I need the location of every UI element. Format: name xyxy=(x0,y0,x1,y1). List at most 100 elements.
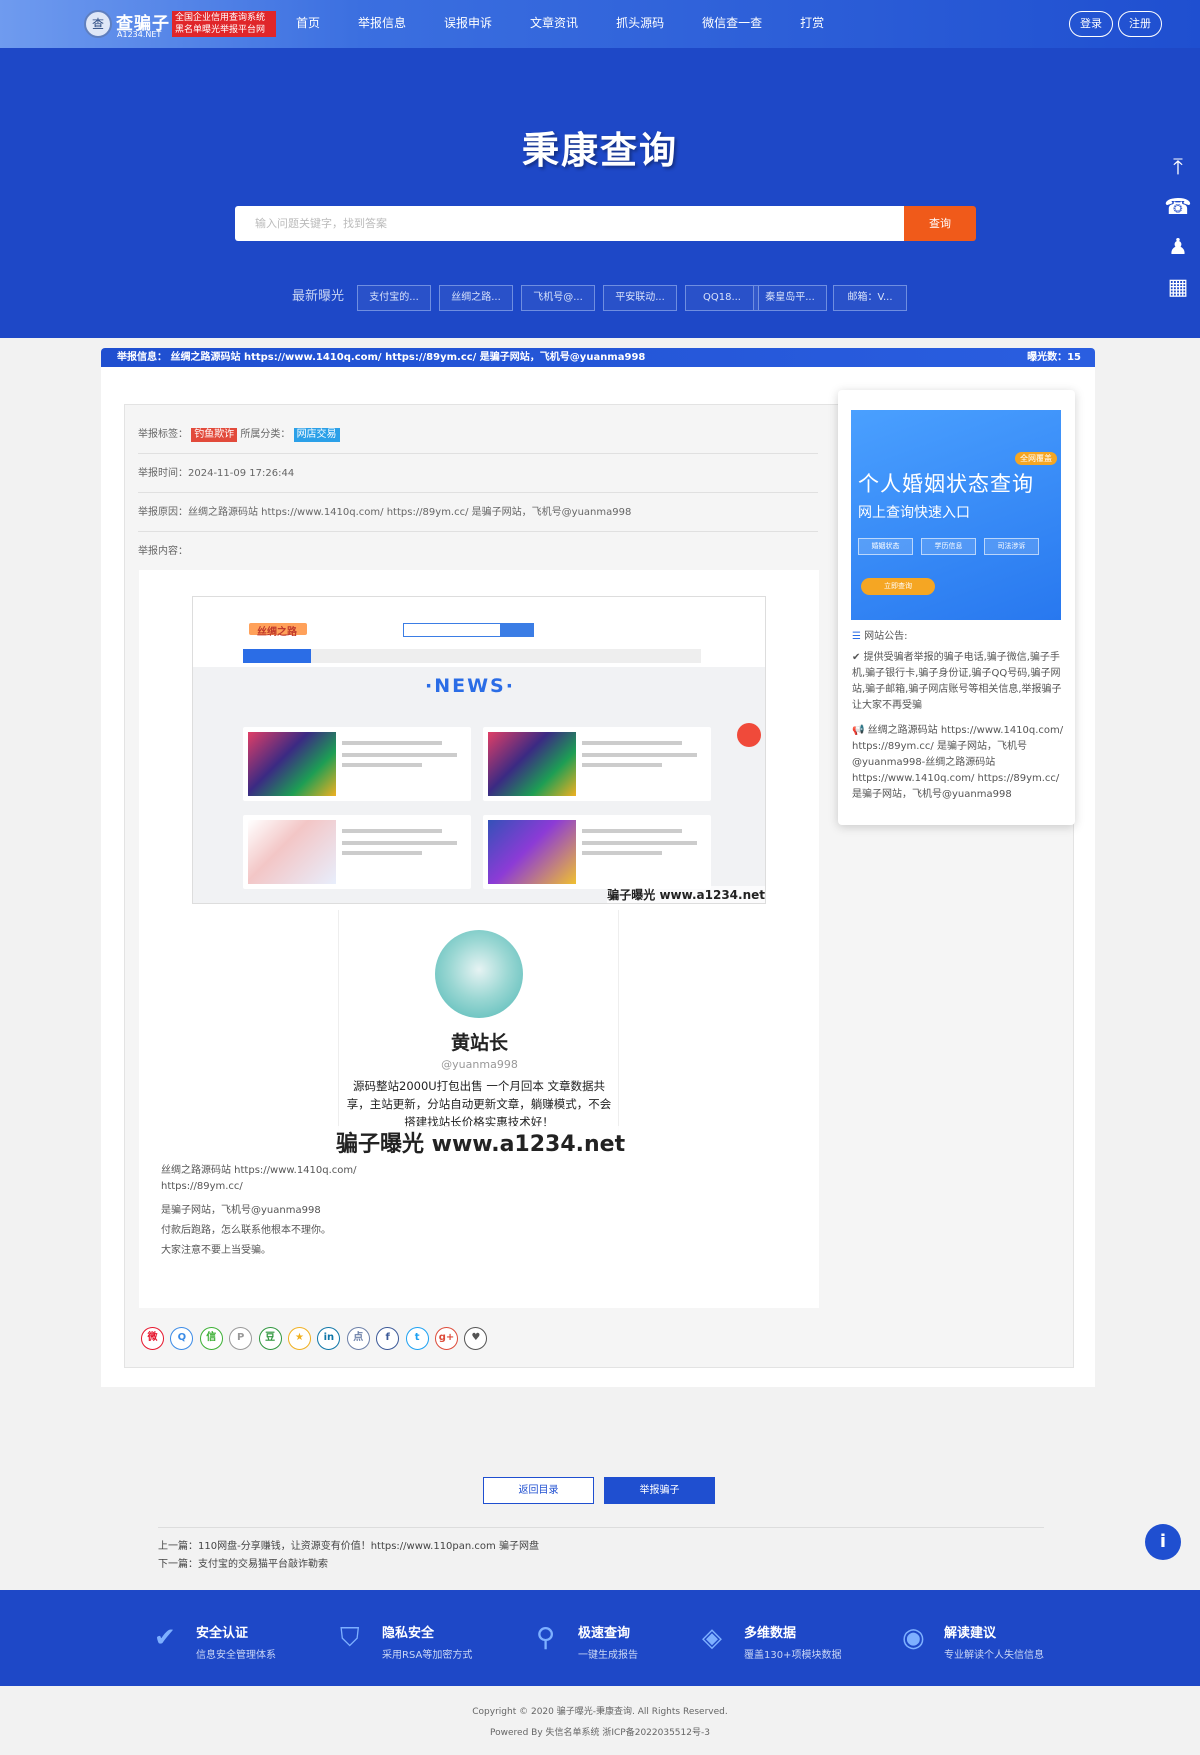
nav-donate[interactable]: 打赏 xyxy=(800,0,824,48)
reason-label: 举报原因： xyxy=(138,507,188,518)
nav-articles[interactable]: 文章资讯 xyxy=(530,0,578,48)
report-ticker: 举报信息： 丝绸之路源码站 https://www.1410q.com/ htt… xyxy=(101,348,1095,367)
exposure-count-value: 15 xyxy=(1067,352,1081,363)
logo-subtitle: A1234.NET xyxy=(117,30,162,39)
notice-heading-text: 网站公告: xyxy=(864,631,908,642)
register-button[interactable]: 注册 xyxy=(1118,11,1162,37)
latest-chip[interactable]: 支付宝的... xyxy=(357,285,431,311)
screenshot-site-name: 丝绸之路 xyxy=(257,627,297,638)
report-content-row: 举报内容： xyxy=(138,533,818,571)
floating-toolbar: ⤒ ☎ ♟ ▦ xyxy=(1158,150,1198,310)
screenshot-card-line xyxy=(582,753,697,757)
qrcode-icon[interactable]: ▦ xyxy=(1158,270,1198,310)
back-to-list-button[interactable]: 返回目录 xyxy=(483,1477,594,1504)
screenshot-card-image xyxy=(248,820,336,884)
screenshot-card-line xyxy=(342,753,457,757)
info-icon[interactable]: i xyxy=(1145,1524,1181,1560)
screenshot-card-line xyxy=(582,829,682,833)
report-scammer-button[interactable]: 举报骗子 xyxy=(604,1477,715,1504)
exposure-count-label: 曝光数： xyxy=(1027,352,1068,363)
screenshot-card-line xyxy=(582,763,662,767)
screenshot-nav xyxy=(243,649,701,663)
nav-home[interactable]: 首页 xyxy=(296,0,320,48)
report-time-row: 举报时间：2024-11-09 17:26:44 xyxy=(138,455,818,493)
profile-watermark: 骗子曝光 www.a1234.net xyxy=(336,1126,626,1158)
feature-subtitle: 专业解读个人失信信息 xyxy=(944,1650,1044,1661)
main-nav: 首页 举报信息 误报申诉 文章资讯 抓头源码 微信查一查 打赏 xyxy=(296,0,862,48)
screenshot-watermark: 骗子曝光 www.a1234.net xyxy=(607,886,765,903)
douban-icon[interactable]: 豆 xyxy=(258,1327,282,1350)
privacy-shield-icon: ⛉ xyxy=(340,1623,360,1653)
screenshot-card-image xyxy=(488,820,576,884)
ad-button[interactable]: 司法涉诉 xyxy=(984,538,1039,555)
prev-article-link[interactable]: 上一篇：110网盘-分享赚钱，让资源变有价值！https://www.110pa… xyxy=(158,1537,539,1552)
latest-chip[interactable]: 平安联动... xyxy=(603,285,677,311)
site-logo[interactable]: 查 查骗子 A1234.NET 全国企业信用查询系统 黑名单曝光举报平台网 xyxy=(84,9,276,39)
favorite-icon[interactable]: ★ xyxy=(288,1327,311,1350)
powered-by-text: Powered By 失信名单系统 浙ICP备2022035512号-3 xyxy=(490,1728,710,1738)
shield-check-icon: ✔ xyxy=(154,1623,176,1653)
qq-icon[interactable]: ♟ xyxy=(1158,230,1198,270)
fast-search-icon: ⚲ xyxy=(536,1623,556,1653)
screenshot-card-line xyxy=(582,741,682,745)
nav-appeal[interactable]: 误报申诉 xyxy=(444,0,492,48)
feature-title: 极速查询 xyxy=(578,1626,631,1641)
notice-item[interactable]: 📢 丝绸之路源码站 https://www.1410q.com/ https:/… xyxy=(852,723,1064,803)
megaphone-icon: 📢 xyxy=(852,725,865,736)
screenshot-card xyxy=(243,815,471,889)
login-button[interactable]: 登录 xyxy=(1069,11,1113,37)
marriage-query-ad[interactable]: 全网覆盖 个人婚姻状态查询 网上查询快速入口 婚姻状态 学历信息 司法涉诉 立即… xyxy=(851,410,1061,620)
latest-exposure-label: 最新曝光 xyxy=(292,289,345,304)
feature-subtitle: 覆盖130+项模块数据 xyxy=(744,1650,842,1661)
category-badge[interactable]: 网店交易 xyxy=(293,428,340,442)
ad-query-pill[interactable]: 立即查询 xyxy=(861,578,935,595)
body-line: 是骗子网站，飞机号@yuanma998 xyxy=(161,1205,321,1216)
screenshot-card xyxy=(483,815,711,889)
phone-icon[interactable]: ☎ xyxy=(1158,190,1198,230)
body-line: 丝绸之路源码站 https://www.1410q.com/ xyxy=(161,1165,357,1176)
screenshot-search-box xyxy=(403,623,501,637)
top-navbar: 查 查骗子 A1234.NET 全国企业信用查询系统 黑名单曝光举报平台网 首页… xyxy=(0,0,1200,48)
check-circle-icon: ✔ xyxy=(852,652,861,663)
googleplus-icon[interactable]: g+ xyxy=(435,1327,458,1350)
screenshot-card-line xyxy=(342,741,442,745)
latest-chip[interactable]: QQ18... xyxy=(685,285,759,311)
ad-subtitle: 网上查询快速入口 xyxy=(858,505,970,521)
notice-text: 丝绸之路源码站 https://www.1410q.com/ https://8… xyxy=(852,725,1064,800)
search-input[interactable]: 输入问题关键字，找到答案 xyxy=(235,206,904,241)
nav-wechat-check[interactable]: 微信查一查 xyxy=(702,0,762,48)
notice-text: 提供受骗者举报的骗子电话,骗子微信,骗子手机,骗子银行卡,骗子身份证,骗子QQ号… xyxy=(852,652,1062,711)
latest-chip[interactable]: 丝绸之路... xyxy=(439,285,513,311)
nav-source[interactable]: 抓头源码 xyxy=(616,0,664,48)
feature-subtitle: 采用RSA等加密方式 xyxy=(382,1650,473,1661)
twitter-icon[interactable]: t xyxy=(405,1327,429,1350)
tag-badge[interactable]: 钓鱼欺诈 xyxy=(191,428,238,442)
feature-title: 安全认证 xyxy=(196,1626,249,1641)
hero-section: 秉康查询 输入问题关键字，找到答案 查询 最新曝光 支付宝的... 丝绸之路..… xyxy=(0,48,1200,338)
latest-chip[interactable]: 飞机号@... xyxy=(521,285,595,311)
ad-button[interactable]: 学历信息 xyxy=(921,538,976,555)
ad-corner-badge: 全网覆盖 xyxy=(1015,452,1057,465)
screenshot-nav-active xyxy=(243,649,311,663)
screenshot-card-line xyxy=(342,841,457,845)
screenshot-search-button xyxy=(501,623,534,637)
latest-chip[interactable]: 邮箱：V... xyxy=(833,285,907,311)
feature-title: 多维数据 xyxy=(744,1626,797,1641)
search-button[interactable]: 查询 xyxy=(904,206,976,241)
back-to-top-icon[interactable]: ⤒ xyxy=(1158,150,1198,190)
feature-subtitle: 信息安全管理体系 xyxy=(196,1650,276,1661)
report-time: 2024-11-09 17:26:44 xyxy=(188,468,295,479)
nav-reports[interactable]: 举报信息 xyxy=(358,0,406,48)
next-article-link[interactable]: 下一篇：支付宝的交易猫平台敲诈勒索 xyxy=(158,1555,328,1570)
diandian-icon[interactable]: 点 xyxy=(346,1327,370,1350)
latest-chip[interactable]: 秦皇岛平... xyxy=(753,285,827,311)
weibo-icon[interactable]: 微 xyxy=(141,1327,164,1350)
screenshot-float-badge xyxy=(737,723,761,747)
page-title: 秉康查询 xyxy=(522,129,678,172)
feature-title: 解读建议 xyxy=(944,1626,997,1641)
screenshot-card-line xyxy=(342,829,442,833)
wechat-icon[interactable]: 信 xyxy=(199,1327,223,1350)
ad-button[interactable]: 婚姻状态 xyxy=(858,538,913,555)
bulb-icon: ◉ xyxy=(902,1623,925,1653)
layers-icon: ◈ xyxy=(702,1623,722,1653)
